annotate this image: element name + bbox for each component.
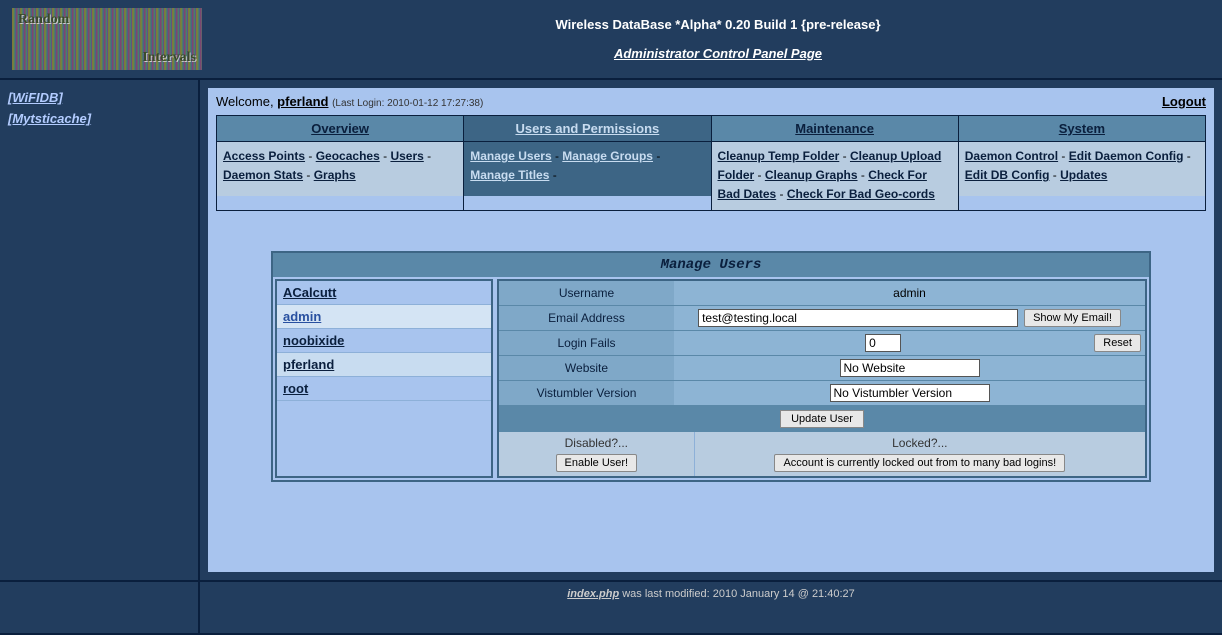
logo: Random Intervals <box>12 8 202 70</box>
tab-col-maintenance: Maintenance Cleanup Temp Folder - Cleanu… <box>712 116 959 210</box>
link-manage-groups[interactable]: Manage Groups <box>562 149 653 163</box>
user-item-root[interactable]: root <box>277 377 491 401</box>
tab-users-perms-links: Manage Users - Manage Groups - Manage Ti… <box>464 142 710 196</box>
user-item-admin[interactable]: admin <box>277 305 491 329</box>
email-input[interactable] <box>698 309 1018 327</box>
vistumbler-input[interactable] <box>830 384 990 402</box>
label-disabled: Disabled?... <box>505 436 688 450</box>
tab-maintenance[interactable]: Maintenance <box>712 116 958 142</box>
locked-account-button[interactable]: Account is currently locked out from to … <box>774 454 1065 472</box>
tab-col-users-perms: Users and Permissions Manage Users - Man… <box>464 116 711 210</box>
footer-modified: was last modified: 2010 January 14 @ 21:… <box>619 588 855 600</box>
update-user-button[interactable]: Update User <box>780 410 864 428</box>
link-daemon-control[interactable]: Daemon Control <box>965 149 1058 163</box>
main: [WiFIDB] [Mytsticache] Welcome, pferland… <box>0 80 1222 580</box>
label-vistumbler: Vistumbler Version <box>499 381 674 405</box>
link-manage-titles[interactable]: Manage Titles <box>470 168 549 182</box>
tab-overview[interactable]: Overview <box>217 116 463 142</box>
tab-overview-links: Access Points - Geocaches - Users - Daem… <box>217 142 463 196</box>
page-subtitle: Administrator Control Panel Page <box>214 46 1222 61</box>
footer-left <box>0 582 200 633</box>
link-cleanup-temp[interactable]: Cleanup Temp Folder <box>718 149 840 163</box>
tab-system[interactable]: System <box>959 116 1205 142</box>
sidebar: [WiFIDB] [Mytsticache] <box>0 80 200 580</box>
label-email: Email Address <box>499 306 674 330</box>
welcome-row: Welcome, pferland (Last Login: 2010-01-1… <box>216 94 1206 109</box>
link-edit-db-config[interactable]: Edit DB Config <box>965 168 1050 182</box>
website-input[interactable] <box>840 359 980 377</box>
tab-col-overview: Overview Access Points - Geocaches - Use… <box>217 116 464 210</box>
logo-text-bottom: Intervals <box>18 50 196 66</box>
manage-users-panel: Manage Users ACalcutt admin noobixide pf… <box>271 251 1151 482</box>
tab-system-links: Daemon Control - Edit Daemon Config - Ed… <box>959 142 1205 196</box>
link-updates[interactable]: Updates <box>1060 168 1107 182</box>
link-check-bad-geo[interactable]: Check For Bad Geo-cords <box>787 187 935 201</box>
link-geocaches[interactable]: Geocaches <box>316 149 380 163</box>
link-graphs[interactable]: Graphs <box>314 168 356 182</box>
welcome-prefix: Welcome, <box>216 94 277 109</box>
tab-nav: Overview Access Points - Geocaches - Use… <box>216 115 1206 211</box>
last-login: (Last Login: 2010-01-12 17:27:38) <box>332 98 483 109</box>
footer-filename: index.php <box>567 588 619 600</box>
welcome-username[interactable]: pferland <box>277 94 328 109</box>
link-users[interactable]: Users <box>390 149 423 163</box>
user-list: ACalcutt admin noobixide pferland root <box>275 279 493 478</box>
app-title: Wireless DataBase *Alpha* 0.20 Build 1 {… <box>214 17 1222 32</box>
user-details: Username admin Email Address Show My Ema… <box>497 279 1147 478</box>
footer-text: index.php was last modified: 2010 Januar… <box>200 582 1222 633</box>
enable-user-button[interactable]: Enable User! <box>556 454 638 472</box>
user-item-acalcutt[interactable]: ACalcutt <box>277 281 491 305</box>
link-cleanup-graphs[interactable]: Cleanup Graphs <box>765 168 858 182</box>
content: Welcome, pferland (Last Login: 2010-01-1… <box>208 88 1214 572</box>
user-item-noobixide[interactable]: noobixide <box>277 329 491 353</box>
link-edit-daemon-config[interactable]: Edit Daemon Config <box>1069 149 1184 163</box>
panel-body: ACalcutt admin noobixide pferland root U… <box>273 277 1149 480</box>
panel-title: Manage Users <box>273 253 1149 277</box>
logout-link[interactable]: Logout <box>1162 94 1206 109</box>
label-website: Website <box>499 356 674 380</box>
label-username: Username <box>499 281 674 305</box>
link-access-points[interactable]: Access Points <box>223 149 305 163</box>
label-login-fails: Login Fails <box>499 331 674 355</box>
content-wrap: Welcome, pferland (Last Login: 2010-01-1… <box>200 80 1222 580</box>
show-email-button[interactable]: Show My Email! <box>1024 309 1121 327</box>
link-daemon-stats[interactable]: Daemon Stats <box>223 168 303 182</box>
link-manage-users[interactable]: Manage Users <box>470 149 551 163</box>
footer: index.php was last modified: 2010 Januar… <box>0 580 1222 633</box>
value-username: admin <box>674 281 1145 305</box>
tab-maintenance-links: Cleanup Temp Folder - Cleanup Upload Fol… <box>712 142 958 210</box>
user-item-pferland[interactable]: pferland <box>277 353 491 377</box>
header-center: Wireless DataBase *Alpha* 0.20 Build 1 {… <box>214 17 1222 61</box>
login-fails-input[interactable] <box>865 334 901 352</box>
logo-text-top: Random <box>18 12 196 28</box>
label-locked: Locked?... <box>701 436 1139 450</box>
sidebar-link-wifidb[interactable]: [WiFIDB] <box>8 90 190 105</box>
reset-button[interactable]: Reset <box>1094 334 1141 352</box>
tab-col-system: System Daemon Control - Edit Daemon Conf… <box>959 116 1205 210</box>
sidebar-link-mysticache[interactable]: [Mytsticache] <box>8 111 190 126</box>
tab-users-permissions[interactable]: Users and Permissions <box>464 116 710 142</box>
header: Random Intervals Wireless DataBase *Alph… <box>0 0 1222 80</box>
